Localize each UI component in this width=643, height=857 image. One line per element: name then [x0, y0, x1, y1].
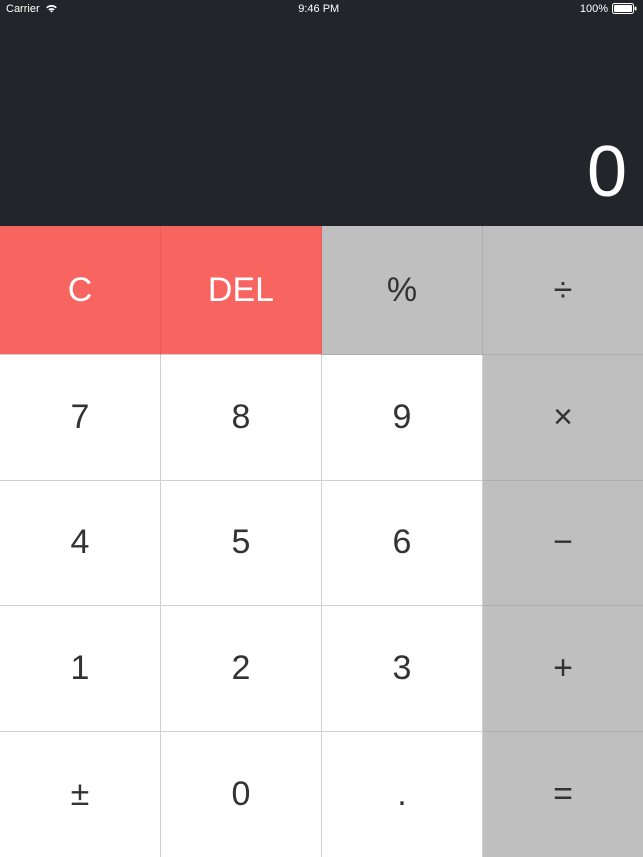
digit-0-button[interactable]: 0 — [161, 732, 322, 857]
delete-button[interactable]: DEL — [161, 226, 322, 355]
percent-button[interactable]: % — [322, 226, 483, 355]
digit-4-button[interactable]: 4 — [0, 481, 161, 606]
wifi-icon — [45, 4, 58, 13]
minus-button[interactable]: − — [483, 481, 643, 606]
status-bar: Carrier 9:46 PM 100% — [0, 0, 643, 17]
status-time: 9:46 PM — [298, 3, 339, 15]
digit-9-button[interactable]: 9 — [322, 355, 483, 480]
digit-1-button[interactable]: 1 — [0, 606, 161, 731]
keypad: C DEL % ÷ 7 8 9 × 4 5 6 − 1 2 3 + ± 0 . … — [0, 226, 643, 857]
clear-button[interactable]: C — [0, 226, 161, 355]
battery-icon — [612, 3, 637, 14]
digit-8-button[interactable]: 8 — [161, 355, 322, 480]
status-right: 100% — [580, 3, 637, 15]
battery-percent: 100% — [580, 3, 608, 15]
digit-6-button[interactable]: 6 — [322, 481, 483, 606]
decimal-button[interactable]: . — [322, 732, 483, 857]
digit-3-button[interactable]: 3 — [322, 606, 483, 731]
status-left: Carrier — [6, 3, 58, 15]
digit-7-button[interactable]: 7 — [0, 355, 161, 480]
display-value: 0 — [587, 136, 625, 208]
plus-button[interactable]: + — [483, 606, 643, 731]
divide-button[interactable]: ÷ — [483, 226, 643, 355]
carrier-label: Carrier — [6, 3, 40, 15]
plusminus-button[interactable]: ± — [0, 732, 161, 857]
digit-5-button[interactable]: 5 — [161, 481, 322, 606]
multiply-button[interactable]: × — [483, 355, 643, 480]
digit-2-button[interactable]: 2 — [161, 606, 322, 731]
calculator-display: 0 — [0, 17, 643, 226]
equals-button[interactable]: = — [483, 732, 643, 857]
